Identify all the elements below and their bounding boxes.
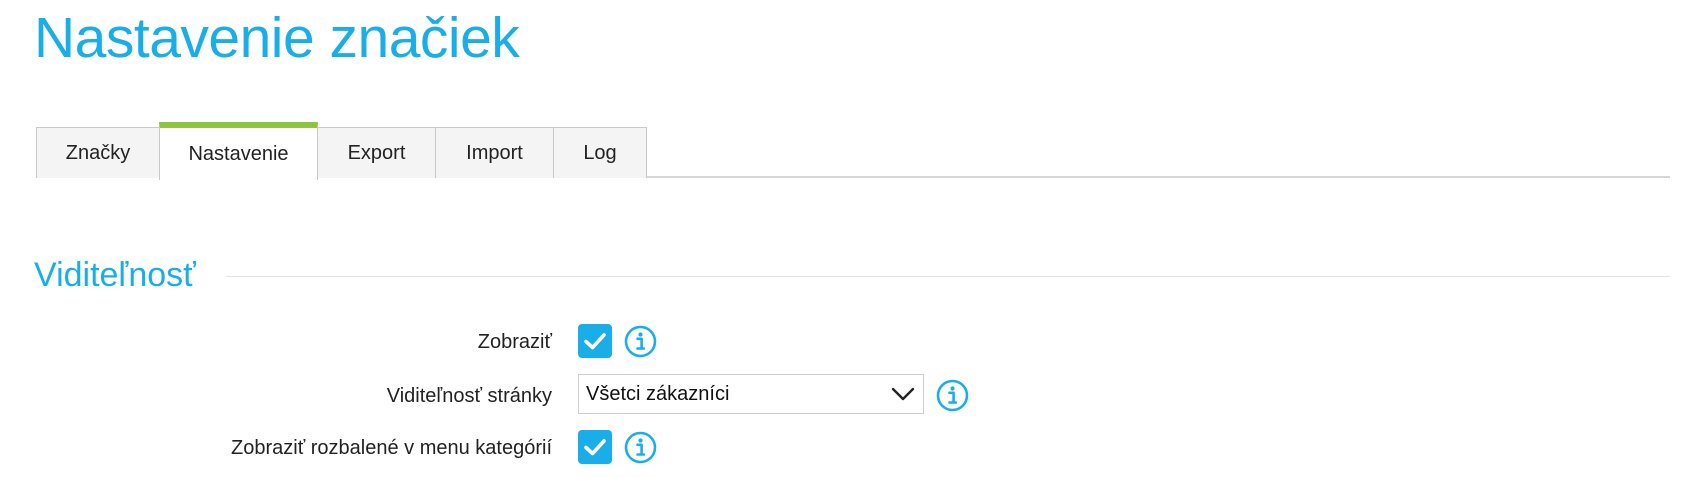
section-divider <box>226 276 1670 277</box>
show-label: Zobraziť <box>477 331 552 353</box>
section-heading: Viditeľnosť <box>34 256 196 294</box>
show-checkbox[interactable] <box>578 324 612 358</box>
check-icon <box>584 333 606 350</box>
tab-label: Log <box>583 141 617 164</box>
info-icon[interactable] <box>624 325 657 358</box>
page-title: Nastavenie značiek <box>34 6 520 70</box>
page-visibility-select[interactable]: Všetci zákazníci <box>578 374 924 414</box>
tab-settings[interactable]: Nastavenie <box>159 122 318 180</box>
show-expanded-row: Zobraziť rozbalené v menu kategórií <box>0 428 1694 468</box>
check-icon <box>584 439 606 456</box>
tab-export[interactable]: Export <box>317 127 436 178</box>
info-icon[interactable] <box>624 431 657 464</box>
tab-log[interactable]: Log <box>553 127 647 178</box>
show-row: Zobraziť <box>0 322 1694 362</box>
select-value: Všetci zákazníci <box>586 383 730 405</box>
info-icon[interactable] <box>936 379 969 412</box>
tab-bar: Značky Nastavenie Export Import Log <box>36 122 1670 180</box>
tab-label: Nastavenie <box>188 142 289 165</box>
visibility-section-header: Viditeľnosť <box>34 250 1670 300</box>
chevron-down-icon <box>891 387 915 401</box>
tab-brands[interactable]: Značky <box>36 127 160 178</box>
tab-label: Import <box>466 141 523 164</box>
tab-label: Značky <box>65 141 131 164</box>
page-visibility-label: Viditeľnosť stránky <box>386 385 552 407</box>
show-expanded-label: Zobraziť rozbalené v menu kategórií <box>231 437 552 459</box>
page-visibility-row: Viditeľnosť stránky Všetci zákazníci <box>0 374 1694 416</box>
show-expanded-checkbox[interactable] <box>578 430 612 464</box>
tab-import[interactable]: Import <box>435 127 554 178</box>
brand-settings-page: Nastavenie značiek Značky Nastavenie Exp… <box>0 0 1694 478</box>
tab-label: Export <box>347 141 406 164</box>
